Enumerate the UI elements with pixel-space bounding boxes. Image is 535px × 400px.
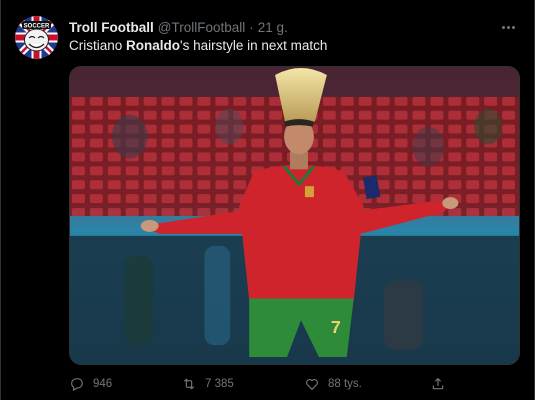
reply-count: 946 — [93, 378, 113, 390]
tweet-text-part: Cristiano — [69, 38, 127, 53]
avatar[interactable]: SOCCER — [15, 16, 58, 59]
author-name[interactable]: Troll Football — [69, 20, 154, 35]
tweet-header: Troll Football @TrollFootball · 21 g. — [69, 19, 288, 35]
reply-button[interactable]: 946 — [69, 374, 112, 394]
like-button[interactable]: 88 tys. — [304, 374, 362, 394]
more-options-icon[interactable] — [498, 18, 518, 36]
retweet-icon — [183, 378, 195, 390]
tweet[interactable]: SOCCER Troll Football @TrollFootball · 2… — [0, 0, 535, 400]
tweet-timestamp[interactable]: 21 g. — [258, 20, 288, 35]
author-handle[interactable]: @TrollFootball — [158, 20, 245, 35]
tweet-actions: 946 7 385 88 tys. — [69, 374, 469, 394]
jersey-number: 7 — [331, 317, 341, 337]
separator-dot: · — [249, 19, 254, 35]
reply-icon — [71, 378, 83, 392]
share-icon — [432, 377, 444, 390]
heart-icon — [306, 379, 318, 391]
avatar-text: SOCCER — [24, 24, 50, 30]
retweet-count: 7 385 — [205, 378, 234, 390]
ronaldo-photo: 7 — [70, 67, 519, 364]
tweet-text-part: 's hairstyle in next match — [180, 38, 328, 53]
share-button[interactable] — [430, 374, 454, 394]
troll-face-union-jack-icon: SOCCER — [15, 16, 58, 59]
retweet-button[interactable]: 7 385 — [181, 374, 234, 394]
tweet-text-bold: Ronaldo — [126, 38, 181, 53]
like-count: 88 tys. — [328, 378, 362, 390]
tweet-text: Cristiano Ronaldo's hairstyle in next ma… — [69, 38, 327, 53]
tweet-photo[interactable]: 7 — [69, 66, 520, 365]
